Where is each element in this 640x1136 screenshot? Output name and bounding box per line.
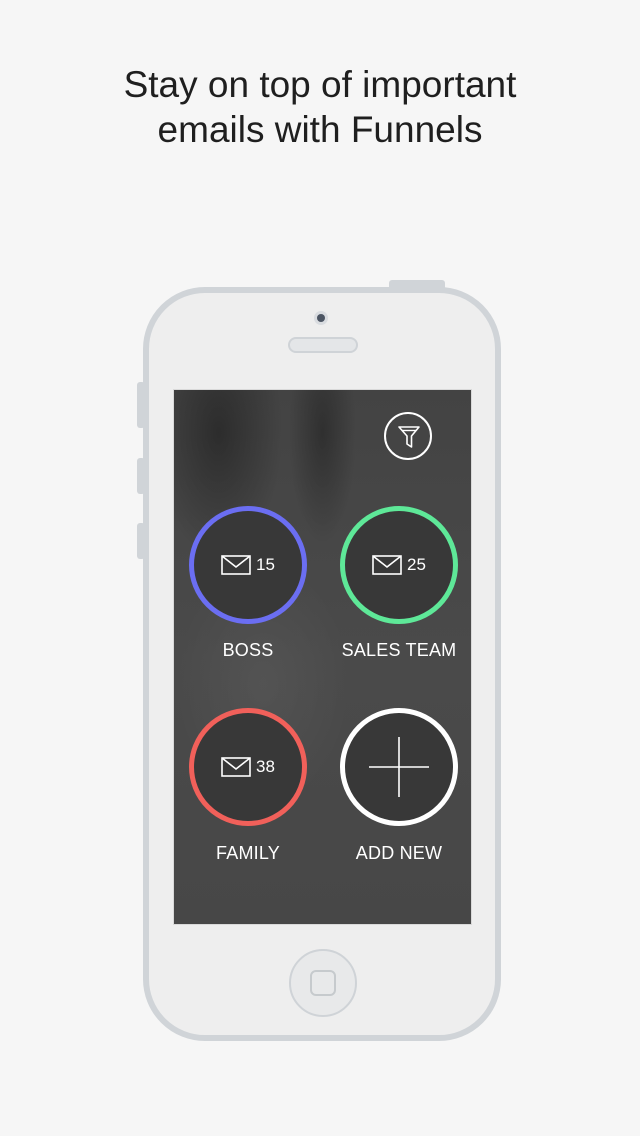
add-new-label: ADD NEW xyxy=(355,843,443,863)
filter-button[interactable] xyxy=(384,412,432,460)
app-store-screenshot: Stay on top of important emails with Fun… xyxy=(0,0,640,1136)
envelope-icon xyxy=(372,555,402,575)
envelope-icon xyxy=(221,757,251,777)
plus-icon xyxy=(369,737,429,797)
funnel-label-sales-team: SALES TEAM xyxy=(341,640,457,660)
unread-count: 15 xyxy=(256,555,275,574)
unread-count: 38 xyxy=(256,757,275,776)
camera-icon xyxy=(314,311,328,325)
funnel-family[interactable]: 38 xyxy=(189,708,307,826)
phone-screen: 15 BOSS 25 SALES TEAM 38 FAMILY ADD NEW xyxy=(173,389,472,925)
funnel-boss[interactable]: 15 xyxy=(189,506,307,624)
funnel-label-boss: BOSS xyxy=(222,640,274,660)
add-new-funnel-button[interactable] xyxy=(340,708,458,826)
headline: Stay on top of important emails with Fun… xyxy=(0,62,640,152)
funnel-icon xyxy=(398,426,420,448)
unread-count: 25 xyxy=(407,555,426,574)
headline-line-2: emails with Funnels xyxy=(157,109,483,150)
funnel-sales-team[interactable]: 25 xyxy=(340,506,458,624)
home-button[interactable] xyxy=(289,949,357,1017)
headline-line-1: Stay on top of important xyxy=(123,64,517,105)
funnel-label-family: FAMILY xyxy=(216,843,280,863)
envelope-icon xyxy=(221,555,251,575)
speaker-grille xyxy=(288,337,358,353)
